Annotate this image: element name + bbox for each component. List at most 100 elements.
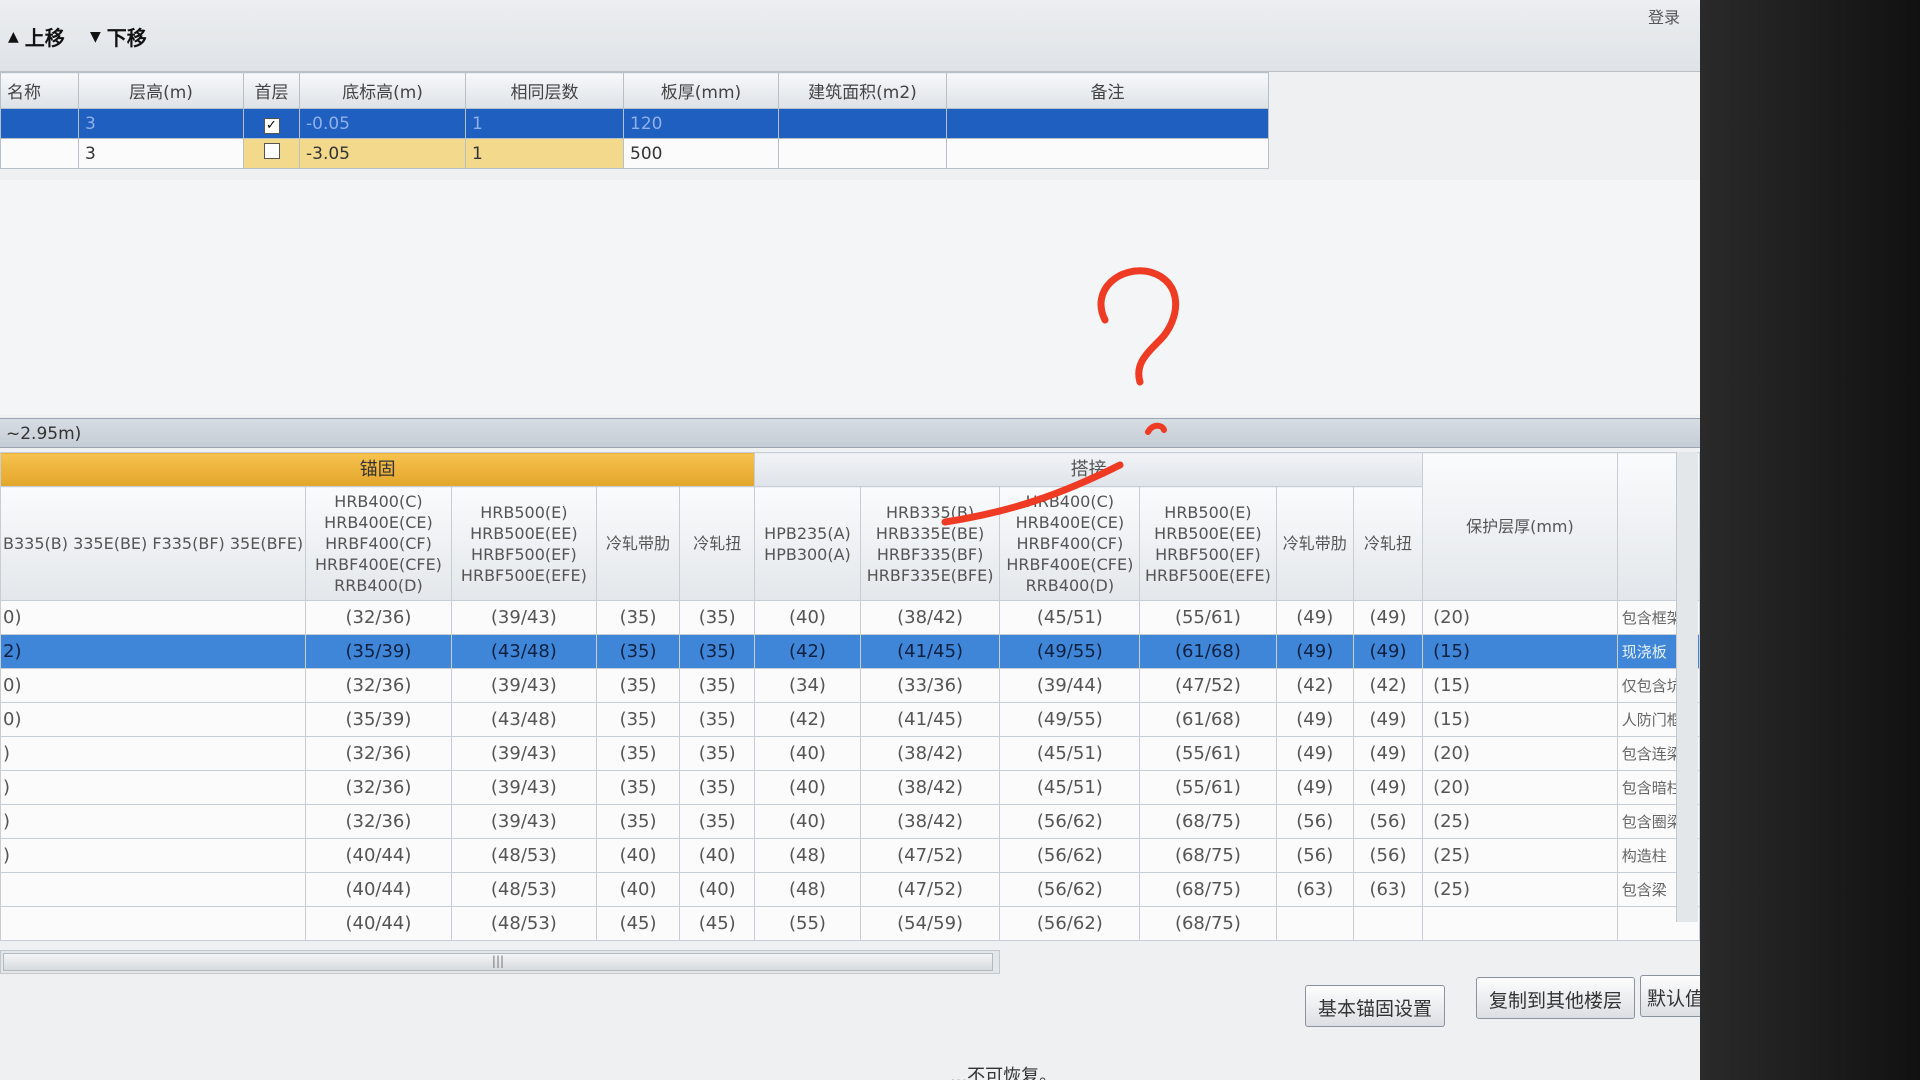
rebar-cell-l3[interactable]: (68/75)	[1139, 906, 1277, 941]
cell-remark[interactable]	[946, 138, 1269, 169]
move-down-button[interactable]: ▼ 下移	[90, 22, 147, 51]
rebar-cell-cover[interactable]: (20)	[1422, 600, 1618, 635]
rebar-cell-l1[interactable]: (47/52)	[859, 872, 1001, 907]
rebar-cell-c0[interactable]: )	[0, 736, 307, 771]
rebar-cell-c1[interactable]: (32/36)	[305, 736, 452, 771]
move-up-button[interactable]: ▲ 上移	[8, 22, 65, 51]
rebar-cell-l3[interactable]: (68/75)	[1139, 838, 1277, 873]
rebar-cell-c4[interactable]: (35)	[679, 668, 756, 703]
rebar-cell-l0[interactable]: (42)	[754, 634, 861, 669]
rebar-cell-cover[interactable]: (20)	[1422, 736, 1618, 771]
rebar-cell-l4[interactable]: (56)	[1275, 804, 1354, 839]
rebar-cell-l1[interactable]: (33/36)	[859, 668, 1001, 703]
col-slab-thickness[interactable]: 板厚(mm)	[623, 72, 779, 109]
rebar-cell-l0[interactable]: (48)	[754, 838, 861, 873]
rebar-cell-c1[interactable]: (40/44)	[305, 872, 452, 907]
rebar-cell-l3[interactable]: (61/68)	[1139, 634, 1277, 669]
rebar-cell-c3[interactable]: (35)	[595, 634, 681, 669]
rebar-cell-c3[interactable]: (40)	[595, 872, 681, 907]
rebar-cell-cover[interactable]: (15)	[1422, 634, 1618, 669]
basic-anchor-settings-button[interactable]: 基本锚固设置	[1305, 985, 1446, 1027]
rebar-cell-cover[interactable]: (25)	[1422, 838, 1618, 873]
rebar-cell-l2[interactable]: (49/55)	[999, 634, 1141, 669]
rebar-cell-l3[interactable]: (55/61)	[1139, 770, 1277, 805]
rebar-cell-c0[interactable]	[0, 872, 307, 907]
rebar-cell-l1[interactable]: (38/42)	[859, 770, 1001, 805]
rebar-cell-c4[interactable]: (40)	[679, 872, 756, 907]
cell-first-floor[interactable]: ✓	[243, 108, 300, 139]
rebar-cell-c2[interactable]: (39/43)	[450, 600, 597, 635]
rebar-cell-l3[interactable]: (68/75)	[1139, 872, 1277, 907]
col-bottom-elev[interactable]: 底标高(m)	[299, 72, 466, 109]
rebar-cell-c0[interactable]: 2)	[0, 634, 307, 669]
rebar-cell-c0[interactable]: )	[0, 838, 307, 873]
copy-to-other-floors-button[interactable]: 复制到其他楼层	[1476, 977, 1636, 1019]
rebar-cell-l5[interactable]	[1352, 906, 1424, 941]
rebar-row[interactable]: 2) (35/39) (43/48) (35) (35) (42) (41/45) (49/5…	[0, 634, 1700, 669]
rebar-cell-c2[interactable]: (48/53)	[450, 838, 597, 873]
cell-height[interactable]: 3	[78, 108, 244, 139]
rebar-cell-c2[interactable]: (43/48)	[450, 702, 597, 737]
rebar-row[interactable]: 0) (32/36) (39/43) (35) (35) (34) (33/36) (39/4…	[0, 668, 1700, 703]
col-building-area[interactable]: 建筑面积(m2)	[778, 72, 947, 109]
rebar-cell-c3[interactable]: (35)	[595, 770, 681, 805]
rebar-cell-l5[interactable]: (56)	[1352, 804, 1424, 839]
rebar-cell-cover[interactable]: (25)	[1422, 804, 1618, 839]
cell-area[interactable]	[778, 138, 947, 169]
default-value-button[interactable]: 默认值(D)	[1640, 975, 1700, 1017]
cell-slab[interactable]: 120	[623, 108, 779, 139]
rebar-cell-l4[interactable]: (49)	[1275, 702, 1354, 737]
rebar-cell-c4[interactable]: (40)	[679, 838, 756, 873]
rebar-cell-c0[interactable]: 0)	[0, 600, 307, 635]
rebar-cell-l3[interactable]: (55/61)	[1139, 600, 1277, 635]
rebar-cell-l0[interactable]: (55)	[754, 906, 861, 941]
rebar-row[interactable]: ) (40/44) (48/53) (40) (40) (48) (47/52) (56/62…	[0, 838, 1700, 873]
rebar-cell-c2[interactable]: (39/43)	[450, 736, 597, 771]
rebar-cell-c1[interactable]: (35/39)	[305, 702, 452, 737]
rebar-cell-l2[interactable]: (56/62)	[999, 906, 1141, 941]
rebar-cell-c3[interactable]: (35)	[595, 668, 681, 703]
rebar-cell-cover[interactable]: (15)	[1422, 668, 1618, 703]
cell-name[interactable]	[0, 108, 79, 139]
rebar-cell-c0[interactable]: 0)	[0, 668, 307, 703]
rebar-cell-l0[interactable]: (40)	[754, 736, 861, 771]
rebar-cell-l0[interactable]: (40)	[754, 770, 861, 805]
rebar-cell-c4[interactable]: (35)	[679, 804, 756, 839]
rebar-cell-l4[interactable]: (49)	[1275, 770, 1354, 805]
rebar-cell-l3[interactable]: (61/68)	[1139, 702, 1277, 737]
rebar-cell-c2[interactable]: (39/43)	[450, 668, 597, 703]
rebar-cell-l0[interactable]: (42)	[754, 702, 861, 737]
col-name[interactable]: 名称	[0, 72, 79, 109]
rebar-row[interactable]: ) (32/36) (39/43) (35) (35) (40) (38/42) (45/51…	[0, 770, 1700, 805]
rebar-cell-l1[interactable]: (47/52)	[859, 838, 1001, 873]
rebar-cell-l0[interactable]: (40)	[754, 804, 861, 839]
rebar-cell-l5[interactable]: (63)	[1352, 872, 1424, 907]
rebar-cell-l2[interactable]: (56/62)	[999, 872, 1141, 907]
rebar-row[interactable]: (40/44) (48/53) (45) (45) (55) (54/59) (56/62)…	[0, 906, 1700, 941]
rebar-cell-l5[interactable]: (49)	[1352, 634, 1424, 669]
rebar-cell-c3[interactable]: (35)	[595, 804, 681, 839]
rebar-cell-l5[interactable]: (49)	[1352, 770, 1424, 805]
rebar-row[interactable]: (40/44) (48/53) (40) (40) (48) (47/52) (56/62)…	[0, 872, 1700, 907]
rebar-cell-l4[interactable]: (63)	[1275, 872, 1354, 907]
rebar-cell-c2[interactable]: (39/43)	[450, 804, 597, 839]
cell-height[interactable]: 3	[78, 138, 244, 169]
rebar-cell-l1[interactable]: (38/42)	[859, 736, 1001, 771]
rebar-row[interactable]: ) (32/36) (39/43) (35) (35) (40) (38/42) (56/62…	[0, 804, 1700, 839]
rebar-cell-cover[interactable]: (20)	[1422, 770, 1618, 805]
rebar-cell-c3[interactable]: (35)	[595, 702, 681, 737]
rebar-cell-c1[interactable]: (32/36)	[305, 804, 452, 839]
rebar-cell-l2[interactable]: (56/62)	[999, 838, 1141, 873]
cell-area[interactable]	[778, 108, 947, 139]
floor-row[interactable]: 3 ✓ -0.05 1 120	[0, 108, 1269, 139]
rebar-cell-c4[interactable]: (35)	[679, 770, 756, 805]
first-floor-checkbox[interactable]	[263, 143, 280, 159]
horizontal-scrollbar[interactable]: |||	[0, 950, 1000, 974]
rebar-cell-c4[interactable]: (35)	[679, 634, 756, 669]
rebar-cell-c2[interactable]: (39/43)	[450, 770, 597, 805]
rebar-cell-c0[interactable]: )	[0, 770, 307, 805]
rebar-cell-c4[interactable]: (35)	[679, 702, 756, 737]
vertical-scrollbar[interactable]	[1676, 452, 1698, 922]
rebar-cell-c3[interactable]: (35)	[595, 736, 681, 771]
rebar-cell-l1[interactable]: (41/45)	[859, 634, 1001, 669]
